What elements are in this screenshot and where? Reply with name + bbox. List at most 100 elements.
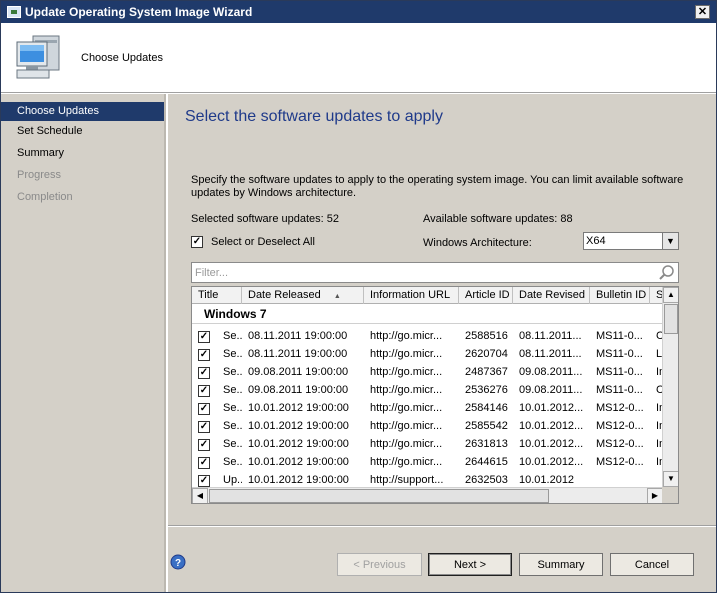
search-icon[interactable] bbox=[658, 264, 676, 282]
table-row[interactable]: ✓ Se... 10.01.2012 19:00:00 http://go.micr.… bbox=[192, 435, 663, 453]
table-row[interactable]: ✓ Se... 09.08.2011 19:00:00 http://go.micr.… bbox=[192, 381, 663, 399]
vertical-scrollbar[interactable]: ▲ ▼ bbox=[662, 287, 678, 487]
wizard-app-icon bbox=[7, 6, 21, 18]
close-button[interactable]: ✕ bbox=[695, 5, 710, 19]
column-bulletin-id[interactable]: Bulletin ID bbox=[590, 287, 650, 304]
grid-header: Title Date Released ▲ Information URL Ar… bbox=[192, 287, 663, 304]
row-checkbox[interactable]: ✓ bbox=[198, 438, 210, 451]
row-checkbox-cell: ✓ bbox=[192, 384, 217, 397]
cell-title: Se... bbox=[223, 456, 242, 468]
table-row[interactable]: ✓ Se... 08.11.2011 19:00:00 http://go.micr.… bbox=[192, 327, 663, 345]
filter-input[interactable] bbox=[192, 265, 658, 280]
chevron-down-icon[interactable]: ▼ bbox=[662, 233, 678, 249]
row-checkbox-cell: ✓ bbox=[192, 366, 217, 379]
row-checkbox[interactable]: ✓ bbox=[198, 384, 210, 397]
cell-date-released: 10.01.2012 19:00:00 bbox=[248, 420, 349, 432]
vertical-scroll-thumb[interactable] bbox=[664, 304, 678, 334]
cell-bulletin-id: MS12-0... bbox=[596, 438, 644, 450]
cell-information-url: http://go.micr... bbox=[370, 348, 443, 360]
cell-article-id: 2632503 bbox=[465, 474, 508, 486]
cell-article-id: 2644615 bbox=[465, 456, 508, 468]
cell-bulletin-id: MS11-0... bbox=[596, 330, 643, 342]
row-checkbox[interactable]: ✓ bbox=[198, 330, 210, 343]
cell-date-revised: 08.11.2011... bbox=[519, 330, 582, 342]
row-checkbox[interactable]: ✓ bbox=[198, 474, 210, 487]
cell-article-id: 2584146 bbox=[465, 402, 508, 414]
cell-date-revised: 10.01.2012... bbox=[519, 420, 584, 432]
cell-bulletin-id: MS11-0... bbox=[596, 384, 643, 396]
scroll-right-icon[interactable]: ▶ bbox=[647, 488, 663, 503]
cell-bulletin-id: MS12-0... bbox=[596, 420, 644, 432]
main-panel: Select the software updates to apply Spe… bbox=[168, 94, 716, 592]
table-row[interactable]: ✓ Se... 08.11.2011 19:00:00 http://go.micr.… bbox=[192, 345, 663, 363]
wizard-window: Update Operating System Image Wizard ✕ C… bbox=[0, 0, 717, 593]
row-checkbox[interactable]: ✓ bbox=[198, 366, 210, 379]
title-bar: Update Operating System Image Wizard ✕ bbox=[1, 1, 716, 23]
previous-button[interactable]: < Previous bbox=[337, 553, 422, 576]
row-checkbox-cell: ✓ bbox=[192, 474, 217, 487]
cell-article-id: 2588516 bbox=[465, 330, 508, 342]
next-button[interactable]: Next > bbox=[428, 553, 512, 576]
group-header-windows-7: Windows 7 bbox=[204, 307, 267, 321]
column-date-released[interactable]: Date Released ▲ bbox=[242, 287, 364, 304]
cell-date-released: 09.08.2011 19:00:00 bbox=[248, 384, 349, 396]
select-all-checkbox[interactable]: ✓ bbox=[191, 236, 203, 248]
cell-date-released: 10.01.2012 19:00:00 bbox=[248, 402, 349, 414]
row-checkbox[interactable]: ✓ bbox=[198, 456, 210, 469]
cell-information-url: http://go.micr... bbox=[370, 438, 443, 450]
summary-button[interactable]: Summary bbox=[519, 553, 603, 576]
cell-bulletin-id: MS12-0... bbox=[596, 402, 644, 414]
horizontal-scroll-thumb[interactable] bbox=[209, 489, 549, 503]
row-checkbox[interactable]: ✓ bbox=[198, 402, 210, 415]
row-checkbox[interactable]: ✓ bbox=[198, 420, 210, 433]
cell-date-revised: 09.08.2011... bbox=[519, 384, 583, 396]
header-title: Choose Updates bbox=[81, 52, 163, 64]
cell-information-url: http://go.micr... bbox=[370, 330, 443, 342]
cell-title: Se... bbox=[223, 420, 242, 432]
horizontal-scrollbar[interactable]: ◀ ▶ bbox=[192, 487, 663, 503]
scroll-down-icon[interactable]: ▼ bbox=[663, 471, 678, 487]
table-row[interactable]: ✓ Se... 09.08.2011 19:00:00 http://go.micr.… bbox=[192, 363, 663, 381]
row-checkbox[interactable]: ✓ bbox=[198, 348, 210, 361]
row-checkbox-cell: ✓ bbox=[192, 456, 217, 469]
cell-article-id: 2631813 bbox=[465, 438, 508, 450]
cell-information-url: http://support... bbox=[370, 474, 444, 486]
column-information-url[interactable]: Information URL bbox=[364, 287, 459, 304]
sidebar-item-set-schedule[interactable]: Set Schedule bbox=[1, 121, 164, 143]
cancel-button[interactable]: Cancel bbox=[610, 553, 694, 576]
footer-divider bbox=[168, 525, 716, 527]
cell-date-released: 08.11.2011 19:00:00 bbox=[248, 330, 348, 342]
table-row[interactable]: ✓ Se... 10.01.2012 19:00:00 http://go.micr.… bbox=[192, 417, 663, 435]
cell-title: Se... bbox=[223, 402, 242, 414]
row-checkbox-cell: ✓ bbox=[192, 330, 217, 343]
scrollbar-corner bbox=[662, 487, 678, 503]
sidebar-item-completion: Completion bbox=[17, 191, 73, 203]
cell-date-revised: 10.01.2012... bbox=[519, 402, 584, 414]
column-date-revised[interactable]: Date Revised bbox=[513, 287, 590, 304]
cell-article-id: 2585542 bbox=[465, 420, 508, 432]
cell-title: Se... bbox=[223, 384, 242, 396]
scroll-up-icon[interactable]: ▲ bbox=[663, 287, 678, 303]
updates-grid: Title Date Released ▲ Information URL Ar… bbox=[191, 286, 679, 504]
cell-date-released: 08.11.2011 19:00:00 bbox=[248, 348, 348, 360]
column-title[interactable]: Title bbox=[192, 287, 242, 304]
select-all-label: Select or Deselect All bbox=[211, 236, 315, 248]
cell-date-revised: 10.01.2012... bbox=[519, 438, 584, 450]
windows-architecture-value: X64 bbox=[586, 235, 606, 247]
column-article-id[interactable]: Article ID bbox=[459, 287, 513, 304]
cell-date-revised: 10.01.2012 bbox=[519, 474, 575, 486]
help-icon[interactable]: ? bbox=[170, 554, 186, 570]
computer-monitor-icon bbox=[16, 35, 60, 79]
scroll-left-icon[interactable]: ◀ bbox=[192, 488, 208, 503]
windows-architecture-select[interactable]: X64 ▼ bbox=[583, 232, 679, 250]
sidebar-item-summary[interactable]: Summary bbox=[1, 143, 164, 165]
filter-box bbox=[191, 262, 679, 283]
cell-bulletin-id: MS11-0... bbox=[596, 348, 643, 360]
windows-architecture-label: Windows Architecture: bbox=[423, 237, 532, 249]
sidebar-item-choose-updates[interactable]: Choose Updates bbox=[1, 102, 164, 121]
cell-information-url: http://go.micr... bbox=[370, 420, 443, 432]
select-all-row: ✓ Select or Deselect All bbox=[191, 236, 315, 248]
table-row[interactable]: ✓ Se... 10.01.2012 19:00:00 http://go.micr.… bbox=[192, 399, 663, 417]
sort-ascending-icon: ▲ bbox=[333, 293, 341, 300]
table-row[interactable]: ✓ Se... 10.01.2012 19:00:00 http://go.micr.… bbox=[192, 453, 663, 471]
